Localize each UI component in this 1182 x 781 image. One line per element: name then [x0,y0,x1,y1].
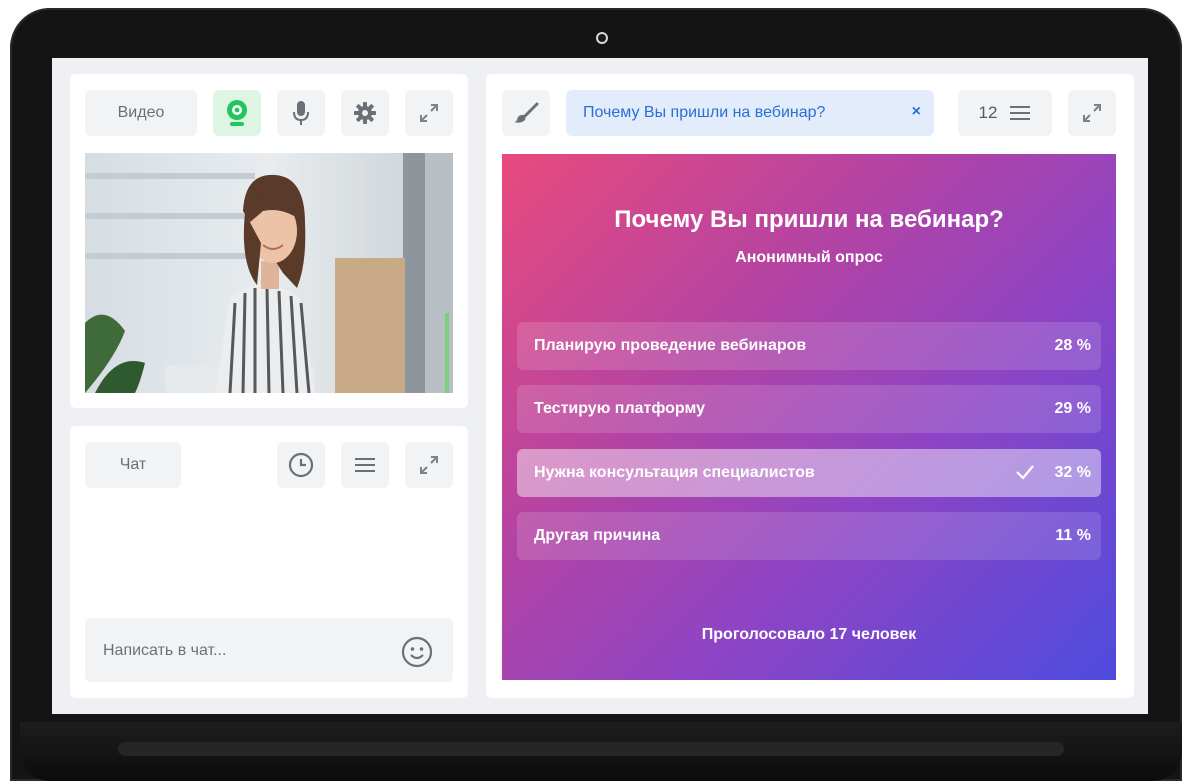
microphone-button[interactable] [277,90,325,136]
poll-option-label: Нужна консультация специалистов [534,464,815,481]
poll-option-percent: 28 % [1054,337,1091,354]
expand-icon [418,102,440,124]
webcam-button[interactable] [213,90,261,136]
camera-icon [596,32,608,44]
chat-input[interactable] [101,638,385,664]
poll-vote-count: Проголосовало 17 человек [701,626,917,643]
laptop-hinge [118,742,1064,756]
poll-option-percent: 32 % [1054,464,1091,481]
poll-list-button[interactable]: 12 [958,90,1052,136]
presenter-image [85,153,453,393]
gear-icon [353,101,377,125]
history-button[interactable] [277,442,325,488]
microphone-icon [291,99,311,127]
chat-expand-button[interactable] [405,442,453,488]
poll-option[interactable]: Планирую проведение вебинаров 28 % [517,322,1101,370]
expand-icon [418,454,440,476]
poll-count: 12 [978,103,998,122]
poll-option-selected[interactable]: Нужна консультация специалистов 32 % [517,449,1101,497]
smiley-icon[interactable] [401,636,433,673]
poll-option[interactable]: Другая причина 11 % [517,512,1101,560]
settings-button[interactable] [341,90,389,136]
poll-expand-button[interactable] [1068,90,1116,136]
video-feed [85,153,453,393]
poll-option-percent: 11 % [1055,527,1091,544]
chat-menu-button[interactable] [341,442,389,488]
poll-title: Почему Вы пришли на вебинар? [614,206,1004,233]
chat-input-box [85,618,453,682]
poll-content: Почему Вы пришли на вебинар? Анонимный о… [502,154,1116,680]
expand-icon [1081,102,1103,124]
poll-option-label: Планирую проведение вебинаров [534,337,807,354]
chat-tab[interactable]: Чат [85,442,181,488]
check-icon [1015,463,1035,486]
video-tab-label: Видео [117,104,165,121]
poll-option-percent: 29 % [1054,400,1091,417]
menu-icon [354,456,376,474]
clock-icon [288,452,314,478]
poll-subtitle: Анонимный опрос [735,249,883,266]
close-icon[interactable]: × [912,103,921,121]
video-expand-button[interactable] [405,90,453,136]
brush-icon [513,102,539,124]
poll-option-label: Другая причина [534,527,661,544]
menu-icon [1009,104,1031,122]
poll-tab[interactable]: Почему Вы пришли на вебинар? × [566,90,934,136]
poll-option[interactable]: Тестирую платформу 29 % [517,385,1101,433]
video-tab[interactable]: Видео [85,90,197,136]
chat-tab-label: Чат [119,456,147,473]
poll-option-label: Тестирую платформу [534,400,706,417]
poll-tab-title: Почему Вы пришли на вебинар? [583,104,826,121]
webcam-icon [224,98,250,128]
brush-button[interactable] [502,90,550,136]
